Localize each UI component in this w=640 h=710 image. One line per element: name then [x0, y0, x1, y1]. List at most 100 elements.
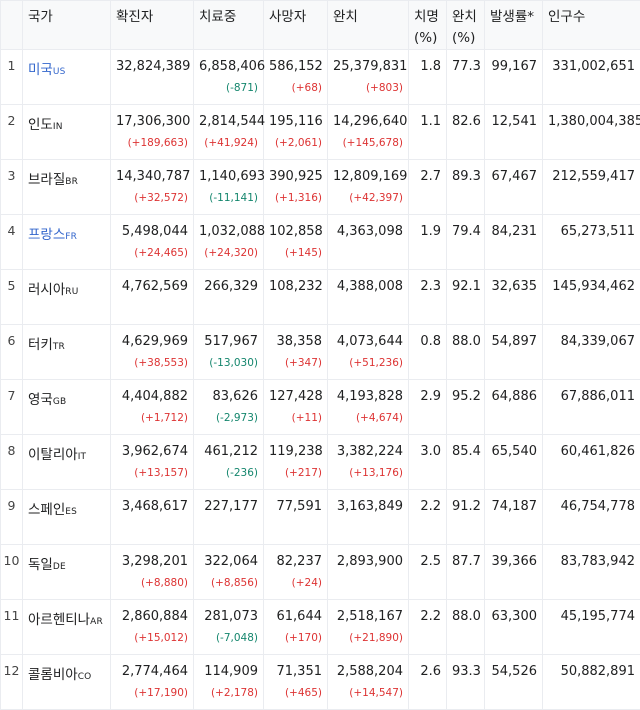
- deaths-header[interactable]: 사망자: [264, 1, 328, 50]
- confirmed-cell: 5,498,044(+24,465): [111, 215, 194, 270]
- country-name-text: 스페인: [28, 502, 65, 518]
- incidence-cell: 12,541: [485, 105, 543, 160]
- rank-cell: 9: [1, 490, 23, 545]
- country-name-text: 영국: [28, 392, 53, 408]
- incidence-cell: 63,300: [485, 600, 543, 655]
- recovered-value: 3,382,224: [333, 443, 403, 461]
- treating-delta: (-2,973): [199, 411, 258, 425]
- population-cell: 65,273,511: [543, 215, 640, 270]
- population-cell: 46,754,778: [543, 490, 640, 545]
- rank-number: 3: [8, 168, 16, 183]
- treating-delta: (+8,856): [199, 576, 258, 590]
- recovered-cell: 3,382,224(+13,176): [328, 435, 409, 490]
- recovered-value: 4,073,644: [333, 333, 403, 351]
- deaths-cell: 82,237(+24): [264, 545, 328, 600]
- rank-number: 2: [8, 113, 16, 128]
- confirmed-value: 17,306,300: [116, 113, 188, 131]
- confirmed-value: 4,762,569: [116, 278, 188, 296]
- population-header[interactable]: 인구수: [543, 1, 640, 50]
- deaths-value: 586,152: [269, 58, 322, 76]
- recovered-value: 3,163,849: [333, 498, 403, 516]
- recovered-value: 14,296,640: [333, 113, 403, 131]
- country-cell: 콜롬비아CO: [23, 655, 111, 710]
- fatality-rate-cell: 2.7: [409, 160, 447, 215]
- rank-number: 7: [8, 388, 16, 403]
- table-body: 1미국US32,824,3896,858,406(-871)586,152(+6…: [1, 50, 640, 710]
- recovery-rate-cell: 77.3: [447, 50, 485, 105]
- recovered-delta: (+4,674): [333, 411, 403, 425]
- country-cell: 프랑스FR: [23, 215, 111, 270]
- incidence-cell: 65,540: [485, 435, 543, 490]
- incidence-cell: 64,886: [485, 380, 543, 435]
- population-cell: 212,559,417: [543, 160, 640, 215]
- treating-value: 2,814,544: [199, 113, 258, 131]
- population-cell: 60,461,826: [543, 435, 640, 490]
- confirmed-cell: 14,340,787(+32,572): [111, 160, 194, 215]
- deaths-delta: (+170): [269, 631, 322, 645]
- country-header[interactable]: 국가: [23, 1, 111, 50]
- rank-cell: 11: [1, 600, 23, 655]
- country-name[interactable]: 프랑스FR: [28, 227, 77, 243]
- treating-value: 6,858,406: [199, 58, 258, 76]
- country-code: TR: [53, 342, 65, 352]
- rank-header: [1, 1, 23, 50]
- rank-cell: 10: [1, 545, 23, 600]
- treating-value: 83,626: [199, 388, 258, 406]
- treating-value: 266,329: [199, 278, 258, 296]
- fatality-value: 1.1: [414, 113, 441, 131]
- table-row: 11아르헨티나AR2,860,884(+15,012)281,073(-7,04…: [1, 600, 640, 655]
- treating-cell: 281,073(-7,048): [194, 600, 264, 655]
- confirmed-header[interactable]: 확진자: [111, 1, 194, 50]
- deaths-value: 195,116: [269, 113, 322, 131]
- recovered-cell: 3,163,849: [328, 490, 409, 545]
- country-name: 스페인ES: [28, 502, 77, 518]
- incidence-header[interactable]: 발생률*: [485, 1, 543, 50]
- deaths-cell: 119,238(+217): [264, 435, 328, 490]
- recovery-rate-cell: 85.4: [447, 435, 485, 490]
- rank-cell: 2: [1, 105, 23, 160]
- recovery-rate-header[interactable]: 완치 (%): [447, 1, 485, 50]
- recovery-value: 93.3: [452, 663, 479, 681]
- confirmed-value: 14,340,787: [116, 168, 188, 186]
- confirmed-cell: 3,468,617: [111, 490, 194, 545]
- incidence-cell: 67,467: [485, 160, 543, 215]
- confirmed-cell: 32,824,389: [111, 50, 194, 105]
- confirmed-value: 3,962,674: [116, 443, 188, 461]
- deaths-cell: 390,925(+1,316): [264, 160, 328, 215]
- incidence-cell: 54,897: [485, 325, 543, 380]
- treating-header[interactable]: 치료중: [194, 1, 264, 50]
- fatality-rate-header[interactable]: 치명 (%): [409, 1, 447, 50]
- recovered-delta: (+14,547): [333, 686, 403, 700]
- covid-country-table: 국가 확진자 치료중 사망자 완치 치명 (%) 완치 (%) 발생률* 인구수…: [0, 0, 640, 710]
- recovery-rate-cell: 87.7: [447, 545, 485, 600]
- population-value: 65,273,511: [548, 223, 635, 241]
- treating-value: 281,073: [199, 608, 258, 626]
- confirmed-delta: (+17,190): [116, 686, 188, 700]
- deaths-cell: 108,232: [264, 270, 328, 325]
- table-row: 2인도IN17,306,300(+189,663)2,814,544(+41,9…: [1, 105, 640, 160]
- country-code: DE: [53, 562, 66, 572]
- confirmed-cell: 3,962,674(+13,157): [111, 435, 194, 490]
- population-cell: 331,002,651: [543, 50, 640, 105]
- incidence-value: 54,526: [490, 663, 537, 681]
- confirmed-delta: (+24,465): [116, 246, 188, 260]
- treating-cell: 227,177: [194, 490, 264, 545]
- population-value: 45,195,774: [548, 608, 635, 626]
- population-value: 83,783,942: [548, 553, 635, 571]
- population-value: 145,934,462: [548, 278, 635, 296]
- recovery-value: 95.2: [452, 388, 479, 406]
- incidence-value: 67,467: [490, 168, 537, 186]
- country-cell: 인도IN: [23, 105, 111, 160]
- rank-cell: 12: [1, 655, 23, 710]
- population-cell: 1,380,004,385: [543, 105, 640, 160]
- population-value: 331,002,651: [548, 58, 635, 76]
- fatality-rate-cell: 2.6: [409, 655, 447, 710]
- recovered-cell: 12,809,169(+42,397): [328, 160, 409, 215]
- country-name[interactable]: 미국US: [28, 62, 66, 78]
- rank-cell: 8: [1, 435, 23, 490]
- recovered-header[interactable]: 완치: [328, 1, 409, 50]
- rank-number: 9: [8, 498, 16, 513]
- population-value: 67,886,011: [548, 388, 635, 406]
- confirmed-delta: (+8,880): [116, 576, 188, 590]
- recovery-value: 79.4: [452, 223, 479, 241]
